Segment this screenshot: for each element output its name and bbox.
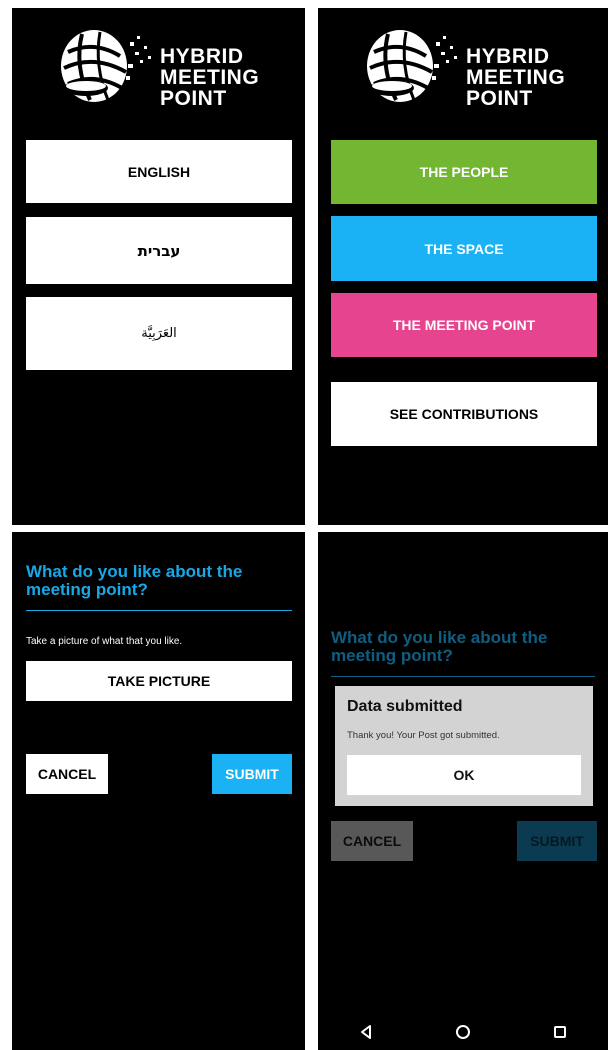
submit-button[interactable]: SUBMIT (212, 754, 292, 794)
see-contributions-button[interactable]: SEE CONTRIBUTIONS (331, 382, 597, 446)
take-picture-button[interactable]: TAKE PICTURE (26, 661, 292, 701)
question-screen: What do you like about the meeting point… (12, 532, 305, 1050)
the-people-button[interactable]: THE PEOPLE (331, 140, 597, 204)
brand-line-3: POINT (466, 87, 533, 110)
the-space-button[interactable]: THE SPACE (331, 216, 597, 281)
brand-line-2: MEETING (466, 66, 566, 89)
dialog-message: Thank you! Your Post got submitted. (347, 730, 500, 741)
question-title-line-2: meeting point? (26, 580, 148, 599)
app-logo: HYBRID MEETING POINT (362, 22, 572, 109)
question-title-line-1: What do you like about the (26, 562, 243, 581)
globe-logo-icon (61, 30, 151, 102)
menu-screen: HYBRID MEETING POINT THE PEOPLE THE SPAC… (318, 8, 608, 525)
instruction-text: Take a picture of what that you like. (26, 636, 183, 647)
back-triangle-icon[interactable] (346, 1020, 386, 1044)
english-button[interactable]: ENGLISH (26, 140, 292, 203)
the-meeting-point-button[interactable]: THE MEETING POINT (331, 293, 597, 357)
brand-name: HYBRID MEETING POINT (160, 46, 259, 109)
ok-button[interactable]: OK (347, 755, 581, 795)
arabic-button[interactable]: العَرَبِيَّة (26, 297, 292, 370)
hebrew-button[interactable]: עברית (26, 217, 292, 284)
submitted-screen: What do you like about the meeting point… (318, 532, 608, 1050)
recents-square-icon[interactable] (540, 1020, 580, 1044)
dialog-title: Data submitted (347, 698, 463, 715)
brand-line-1: HYBRID (466, 45, 550, 68)
app-logo: HYBRID MEETING POINT (56, 22, 266, 109)
globe-logo-icon (367, 30, 457, 102)
cancel-button[interactable]: CANCEL (26, 754, 108, 794)
brand-line-1: HYBRID (160, 45, 244, 68)
language-screen: HYBRID MEETING POINT ENGLISH עברית العَر… (12, 8, 305, 525)
question-title: What do you like about the meeting point… (26, 563, 242, 599)
submitted-dialog: Data submitted Thank you! Your Post got … (335, 686, 593, 806)
title-divider (26, 610, 292, 611)
home-circle-icon[interactable] (443, 1020, 483, 1044)
android-nav-bar (318, 1014, 608, 1050)
brand-line-2: MEETING (160, 66, 260, 89)
brand-name: HYBRID MEETING POINT (466, 46, 565, 109)
brand-line-3: POINT (160, 87, 227, 110)
